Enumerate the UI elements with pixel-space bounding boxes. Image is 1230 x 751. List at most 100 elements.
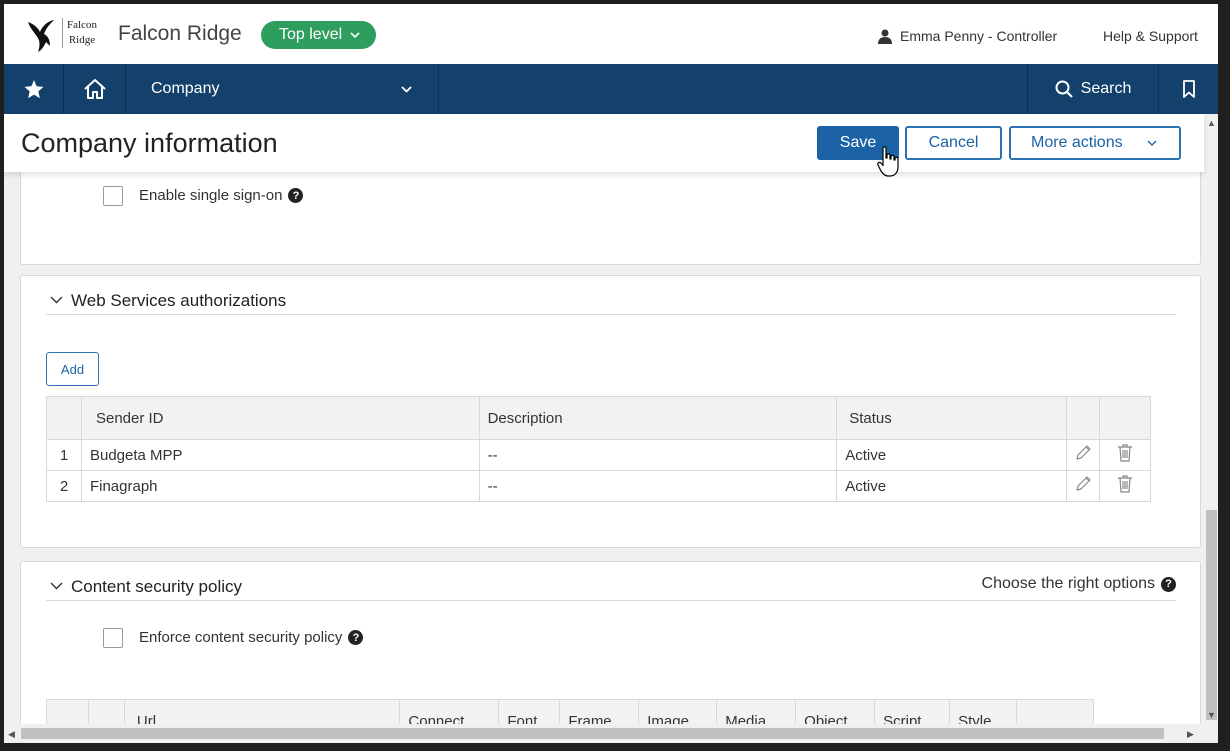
chevron-down-icon <box>401 85 412 93</box>
delete-button[interactable] <box>1099 439 1151 471</box>
description-cell: -- <box>478 439 838 471</box>
object-header[interactable]: Object <box>795 699 876 724</box>
web-services-card: Web Services authorizations Add Sender I… <box>20 275 1201 548</box>
table-header-row: Url Connect Font Frame Image Media Objec… <box>46 699 1094 724</box>
page-header: Company information Save Cancel More act… <box>4 114 1204 172</box>
search-button[interactable]: Search <box>1027 64 1159 114</box>
content-security-title: Content security policy <box>71 577 243 596</box>
web-services-table: Sender ID Description Status 1 Budgeta M… <box>46 396 1151 502</box>
status-cell: Active <box>836 470 1068 502</box>
pencil-icon <box>1076 476 1091 491</box>
more-actions-label: More actions <box>1031 134 1123 151</box>
chevron-down-icon <box>50 296 63 304</box>
delete-column-header <box>1099 396 1151 440</box>
logo-line-1: Falcon <box>67 19 97 31</box>
script-header[interactable]: Script <box>874 699 951 724</box>
company-menu-label: Company <box>151 80 220 97</box>
home-icon <box>83 79 106 99</box>
chevron-down-icon <box>50 582 63 590</box>
font-header[interactable]: Font <box>498 699 561 724</box>
sender-id-header[interactable]: Sender ID <box>80 396 480 440</box>
vertical-scroll-thumb[interactable] <box>1206 510 1217 720</box>
enforce-csp-label: Enforce content security policy ? <box>139 629 364 646</box>
logo-text: Falcon Ridge <box>62 18 97 48</box>
web-services-header[interactable]: Web Services authorizations <box>46 285 1176 315</box>
delete-button[interactable] <box>1099 470 1151 502</box>
choose-options-help[interactable]: Choose the right options ? <box>982 575 1176 593</box>
enable-sso-text: Enable single sign-on <box>139 187 283 204</box>
content-security-header[interactable]: Content security policy Choose the right… <box>46 571 1176 601</box>
table-row: 1 Budgeta MPP -- Active <box>46 439 1151 471</box>
horizontal-scroll-thumb[interactable] <box>21 728 1164 739</box>
row-number-header <box>46 396 82 440</box>
extra-column-header <box>1016 699 1094 724</box>
user-label: Emma Penny - Controller <box>900 28 1058 44</box>
description-cell: -- <box>478 470 838 502</box>
company-menu[interactable]: Company <box>126 64 439 114</box>
description-header[interactable]: Description <box>478 396 838 440</box>
page-title: Company information <box>21 128 278 158</box>
content-area: Enable single sign-on ? Web Services aut… <box>4 172 1204 724</box>
status-header[interactable]: Status <box>836 396 1068 440</box>
sender-id-cell: Budgeta MPP <box>80 439 480 471</box>
sender-id-cell: Finagraph <box>80 470 480 502</box>
url-header[interactable]: Url <box>123 699 401 724</box>
bookmark-button[interactable] <box>1159 64 1218 114</box>
scroll-right-icon[interactable]: ▶ <box>1187 729 1194 740</box>
connect-header[interactable]: Connect <box>399 699 500 724</box>
choose-options-text: Choose the right options <box>981 575 1155 592</box>
select-column-header <box>87 699 125 724</box>
add-button[interactable]: Add <box>46 352 99 386</box>
enable-sso-checkbox[interactable] <box>103 186 123 206</box>
status-cell: Active <box>836 439 1068 471</box>
pencil-icon <box>1076 445 1091 460</box>
enable-sso-label: Enable single sign-on ? <box>139 187 304 204</box>
csp-table: Url Connect Font Frame Image Media Objec… <box>46 699 1094 724</box>
edit-button[interactable] <box>1066 439 1100 471</box>
cancel-button[interactable]: Cancel <box>905 126 1002 160</box>
scroll-up-icon[interactable]: ▲ <box>1207 118 1216 128</box>
content-security-card: Content security policy Choose the right… <box>20 561 1201 724</box>
edit-column-header <box>1066 396 1100 440</box>
search-label: Search <box>1080 80 1132 97</box>
level-dropdown[interactable]: Top level <box>261 21 377 49</box>
top-header: Falcon Ridge Falcon Ridge Top level Emma… <box>4 4 1218 64</box>
favorites-button[interactable] <box>4 64 64 114</box>
frame-header[interactable]: Frame <box>559 699 640 724</box>
horizontal-scrollbar[interactable]: ◀ ▶ <box>4 724 1204 743</box>
edit-button[interactable] <box>1066 470 1100 502</box>
hand-cursor-icon <box>877 146 899 177</box>
trash-icon <box>1118 475 1132 493</box>
level-label: Top level <box>279 26 343 43</box>
scroll-left-icon[interactable]: ◀ <box>8 729 15 740</box>
chevron-down-icon <box>350 32 360 38</box>
chevron-down-icon <box>1147 140 1157 146</box>
company-name: Falcon Ridge <box>118 22 242 45</box>
help-icon: ? <box>1161 576 1176 592</box>
falcon-bird-icon <box>28 20 54 52</box>
falcon-ridge-logo[interactable]: Falcon Ridge <box>26 16 104 56</box>
home-button[interactable] <box>64 64 126 114</box>
style-header[interactable]: Style <box>949 699 1018 724</box>
bookmark-icon <box>1182 80 1195 98</box>
table-header-row: Sender ID Description Status <box>46 396 1151 440</box>
scroll-down-icon[interactable]: ▼ <box>1207 710 1216 720</box>
row-number: 1 <box>46 439 82 471</box>
help-icon[interactable]: ? <box>348 630 364 645</box>
row-number-header <box>46 699 89 724</box>
enforce-csp-checkbox[interactable] <box>103 628 123 648</box>
help-support-link[interactable]: Help & Support <box>1103 28 1198 44</box>
table-row: 2 Finagraph -- Active <box>46 470 1151 502</box>
more-actions-button[interactable]: More actions <box>1009 126 1181 160</box>
sso-card: Enable single sign-on ? <box>20 172 1201 265</box>
vertical-scrollbar[interactable]: ▲ ▼ <box>1204 114 1218 724</box>
logo-line-2: Ridge <box>68 34 96 46</box>
image-header[interactable]: Image <box>638 699 718 724</box>
star-icon <box>24 79 43 98</box>
trash-icon <box>1118 444 1132 462</box>
media-header[interactable]: Media <box>716 699 797 724</box>
help-icon[interactable]: ? <box>288 188 304 203</box>
user-icon <box>878 29 892 44</box>
search-icon <box>1055 80 1073 98</box>
user-menu[interactable]: Emma Penny - Controller <box>878 28 1057 44</box>
